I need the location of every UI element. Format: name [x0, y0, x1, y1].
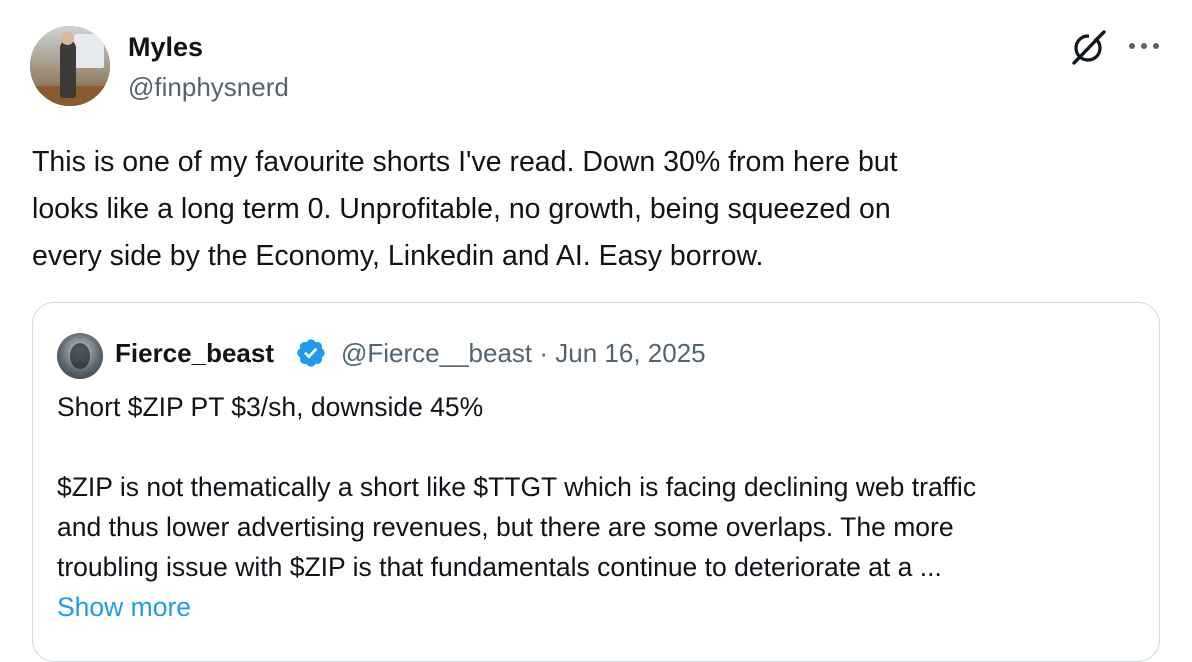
grok-icon[interactable]: [1066, 28, 1110, 68]
author-avatar[interactable]: [30, 26, 110, 106]
more-dots-icon[interactable]: [1127, 36, 1161, 56]
quoted-line: troubling issue with $ZIP is that fundam…: [57, 552, 942, 582]
quoted-avatar-figure: [70, 343, 90, 369]
avatar-window: [74, 34, 104, 68]
quoted-tweet-card[interactable]: Fierce_beast @Fierce__beast · Jun 16, 20…: [32, 302, 1160, 662]
tweet-line: looks like a long term 0. Unprofitable, …: [32, 193, 891, 225]
tweet-text: This is one of my favourite shorts I've …: [32, 139, 1142, 280]
author-name[interactable]: Myles: [128, 30, 203, 64]
tweet-line: This is one of my favourite shorts I've …: [32, 146, 898, 178]
quoted-handle-date[interactable]: @Fierce__beast · Jun 16, 2025: [341, 336, 706, 370]
quoted-author-name[interactable]: Fierce_beast: [115, 336, 274, 370]
avatar-person: [60, 40, 76, 98]
show-more-link[interactable]: Show more: [57, 587, 191, 627]
tweet-line: every side by the Economy, Linkedin and …: [32, 240, 764, 272]
quoted-line: $ZIP is not thematically a short like $T…: [57, 472, 977, 502]
author-handle[interactable]: @finphysnerd: [128, 70, 289, 104]
quoted-tweet-text: Short $ZIP PT $3/sh, downside 45% $ZIP i…: [57, 387, 1147, 587]
quoted-line: and thus lower advertising revenues, but…: [57, 512, 954, 542]
quoted-line: Short $ZIP PT $3/sh, downside 45%: [57, 392, 484, 422]
quoted-author-avatar[interactable]: [57, 333, 103, 379]
verified-badge-icon: [297, 339, 325, 367]
avatar-head: [61, 32, 74, 45]
